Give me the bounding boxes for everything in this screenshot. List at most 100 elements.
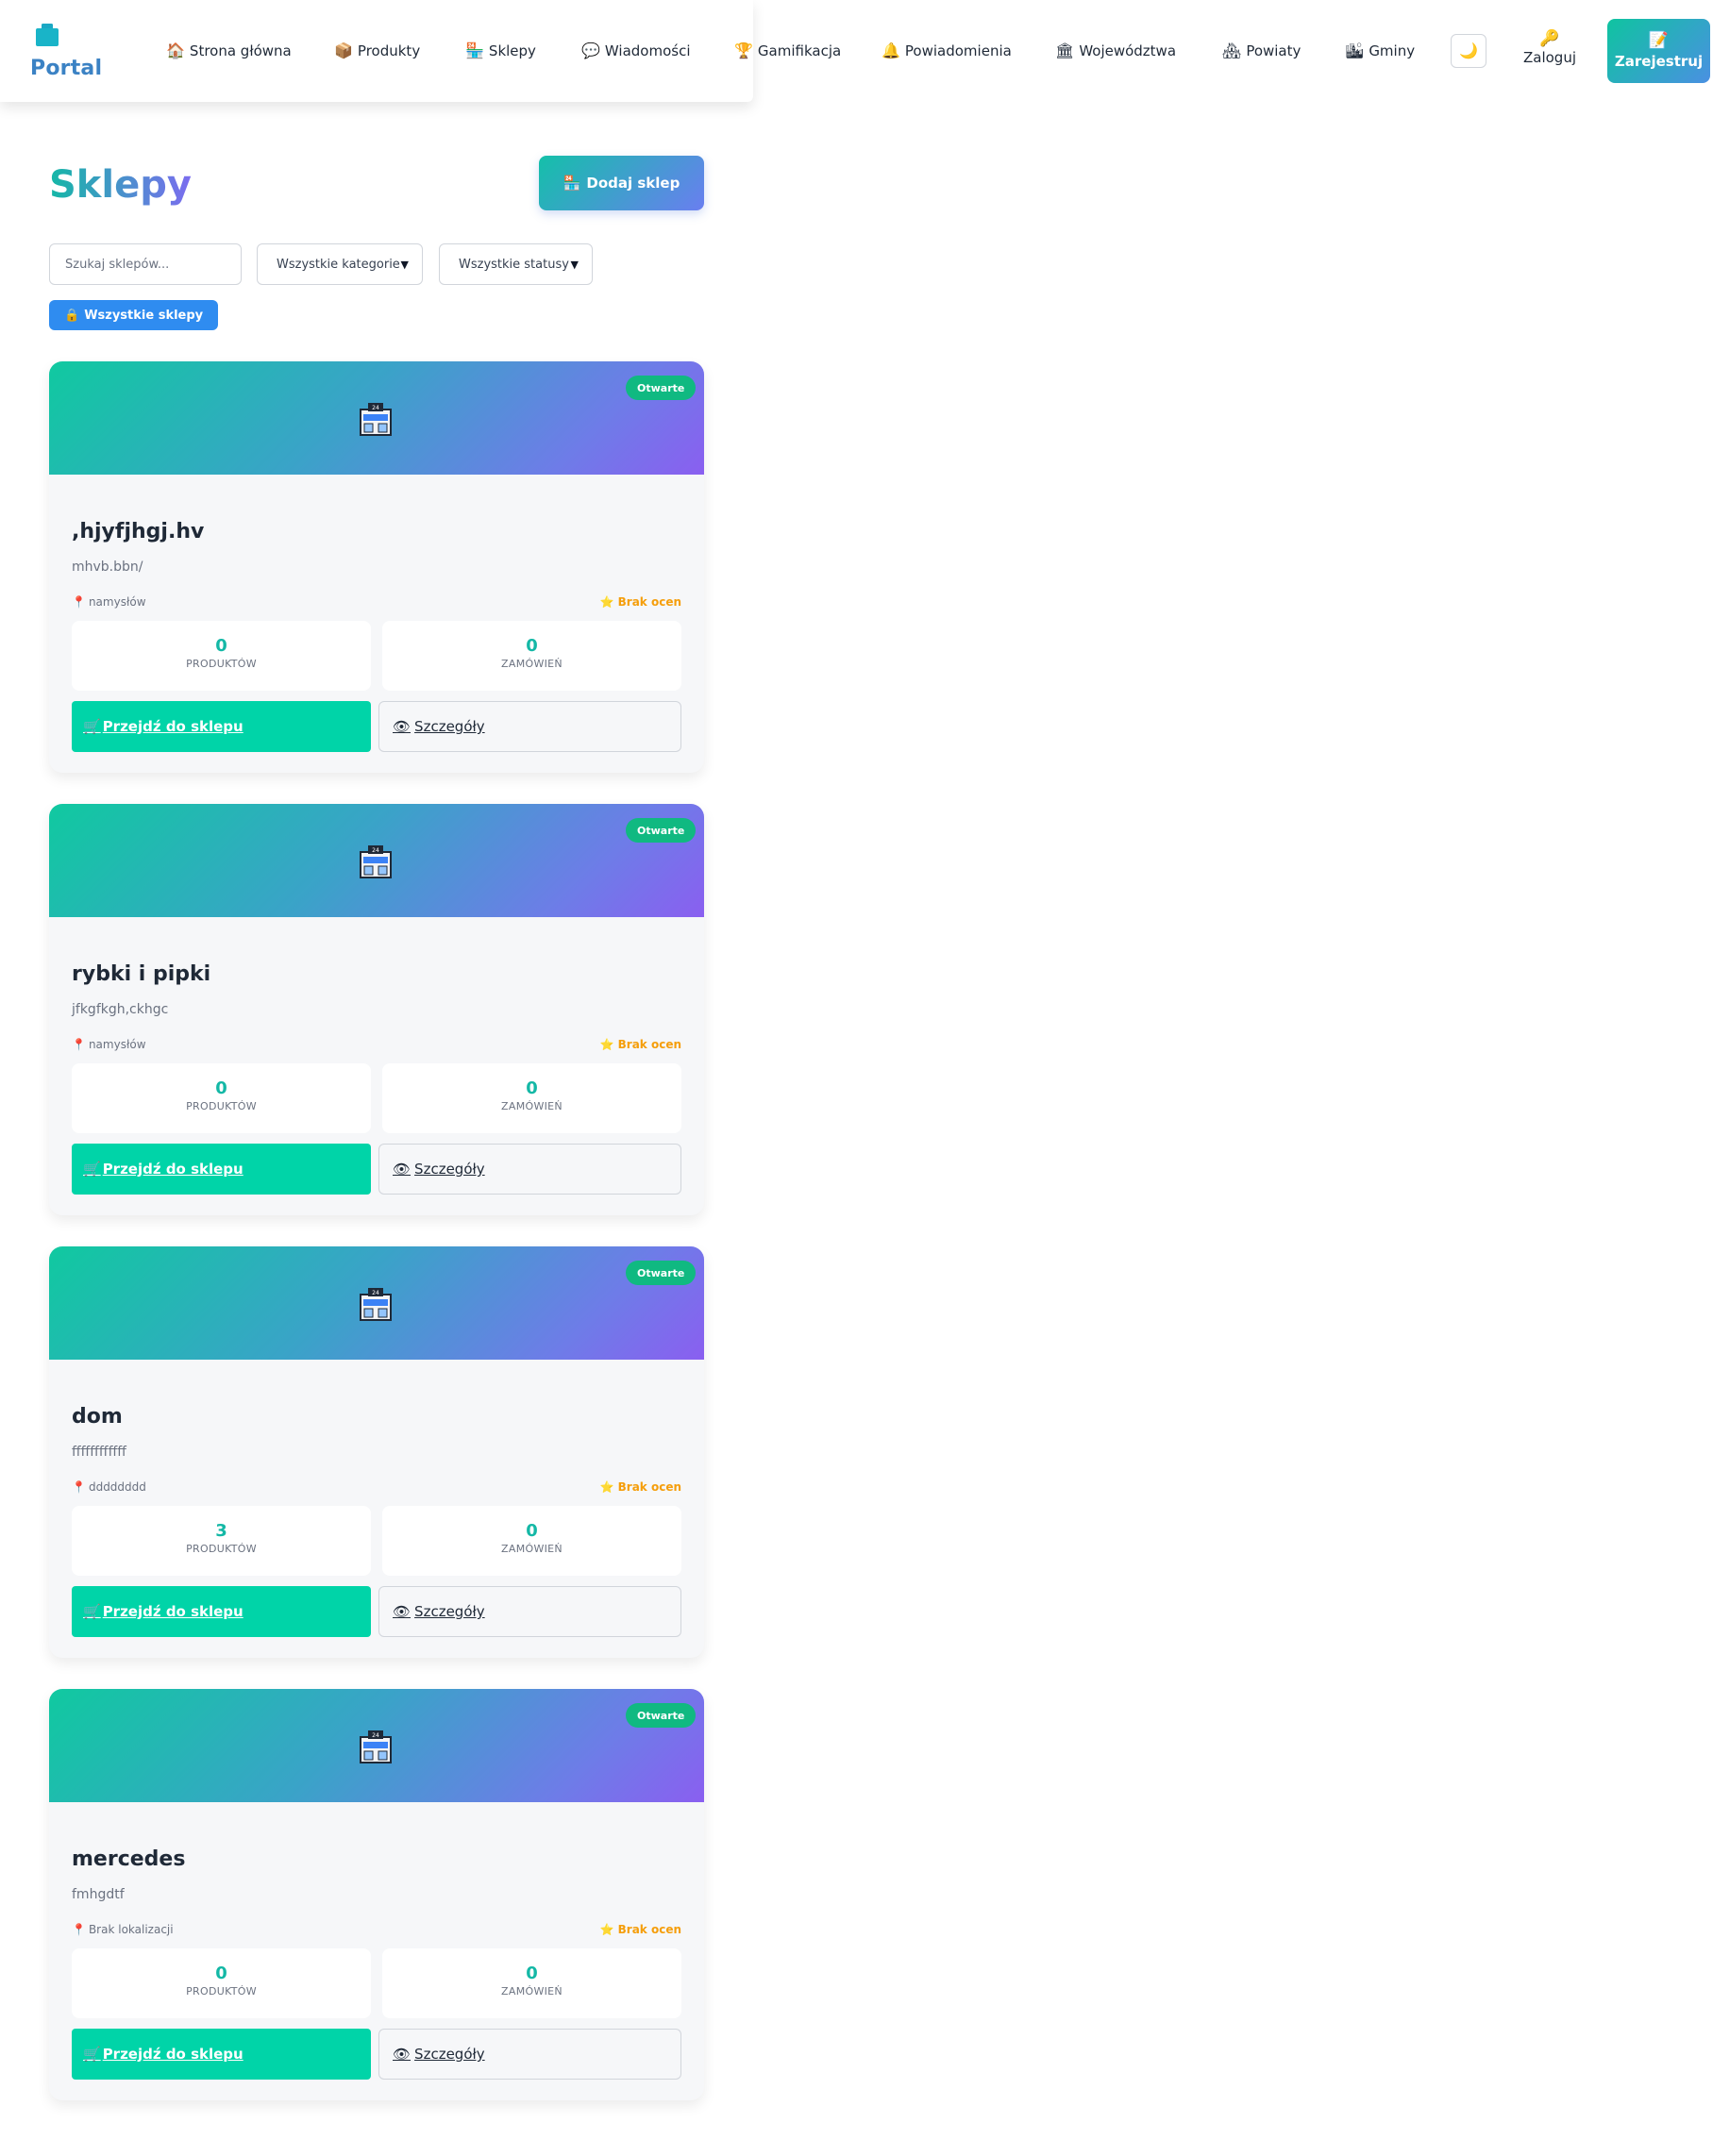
shop-rating-text: Brak ocen bbox=[617, 595, 681, 609]
search-input[interactable] bbox=[49, 243, 242, 285]
go-to-shop-label: Przejdź do sklepu bbox=[102, 1161, 244, 1178]
register-button[interactable]: 📝 Zarejestruj bbox=[1607, 19, 1710, 83]
nav-link-shops[interactable]: 🏪 Sklepy bbox=[465, 41, 536, 61]
nav-link-messages[interactable]: 💬 Wiadomości bbox=[581, 41, 691, 61]
page-title: Sklepy bbox=[49, 159, 192, 211]
shop-name: ,hjyfjhgj.hv bbox=[72, 520, 205, 543]
theme-toggle-button[interactable]: 🌙 bbox=[1451, 34, 1486, 68]
houses-icon: 🏘 bbox=[1222, 42, 1242, 59]
shop-details-button[interactable]: 👁 Szczegóły bbox=[378, 1144, 681, 1195]
eye-icon: 👁 bbox=[393, 1603, 411, 1620]
shop-card: 24 Otwarte dom ffffffffffff 📍 dddddddd ⭐… bbox=[49, 1246, 704, 1658]
lock-icon: 🔒 bbox=[64, 308, 80, 323]
add-shop-button[interactable]: 🏪 Dodaj sklep bbox=[539, 156, 704, 210]
go-to-shop-label: Przejdź do sklepu bbox=[102, 718, 244, 735]
shop-description: fmhgdtf bbox=[72, 1887, 125, 1902]
login-link[interactable]: 🔑 Zaloguj bbox=[1514, 28, 1586, 75]
shop-location-text: namysłów bbox=[88, 595, 146, 609]
nav-link-voivodeships[interactable]: 🏛 Województwa bbox=[1055, 41, 1176, 61]
nav-link-notifications[interactable]: 🔔 Powiadomienia bbox=[882, 41, 1012, 61]
shop-rating-text: Brak ocen bbox=[617, 1038, 681, 1051]
svg-text:24: 24 bbox=[372, 1290, 379, 1296]
shop-details-label: Szczegóły bbox=[414, 718, 485, 735]
shop-description: ffffffffffff bbox=[72, 1445, 126, 1460]
login-label: Zaloguj bbox=[1522, 49, 1576, 66]
pin-icon: 📍 bbox=[72, 595, 86, 609]
eye-icon: 👁 bbox=[393, 718, 411, 735]
filter-chip-all-shops[interactable]: 🔒 Wszystkie sklepy bbox=[49, 300, 219, 330]
shop-icon: 🏪 bbox=[465, 42, 484, 59]
shop-location: 📍 dddddddd bbox=[72, 1480, 146, 1494]
key-icon: 🔑 bbox=[1539, 29, 1560, 48]
shop-details-button[interactable]: 👁 Szczegóły bbox=[378, 2029, 681, 2080]
nav-link-counties[interactable]: 🏘 Powiaty bbox=[1222, 41, 1301, 61]
products-count: 3 bbox=[215, 1521, 227, 1541]
products-count: 0 bbox=[215, 1964, 227, 1983]
orders-count: 0 bbox=[526, 1964, 538, 1983]
shop-card-banner: 24 Otwarte bbox=[49, 1689, 704, 1802]
bell-icon: 🔔 bbox=[882, 42, 900, 59]
nav-link-gamification[interactable]: 🏆 Gamifikacja bbox=[734, 41, 841, 61]
top-navigation: Portal 🏠 Strona główna 📦 Produkty 🏪 Skle… bbox=[0, 0, 1713, 102]
nav-link-label: Województwa bbox=[1079, 42, 1177, 59]
shop-details-label: Szczegóły bbox=[414, 1161, 485, 1178]
shop-rating: ⭐ Brak ocen bbox=[600, 1038, 681, 1051]
briefcase-icon bbox=[36, 24, 59, 46]
go-to-shop-button[interactable]: 🛒 Przejdź do sklepu bbox=[72, 1586, 371, 1637]
shop-card: 24 Otwarte ,hjyfjhgj.hv mhvb.bbn/ 📍 namy… bbox=[49, 361, 704, 773]
shopping-cart-icon: 🛒 bbox=[83, 718, 101, 735]
products-stat-label: PRODUKTÓW bbox=[186, 1543, 257, 1555]
svg-text:24: 24 bbox=[372, 405, 379, 411]
shop-details-label: Szczegóły bbox=[414, 1603, 485, 1620]
status-badge: Otwarte bbox=[626, 1703, 697, 1728]
register-label: Zarejestruj bbox=[1614, 53, 1704, 70]
star-icon: ⭐ bbox=[599, 1923, 614, 1936]
shop-card: 24 Otwarte mercedes fmhgdtf 📍 Brak lokal… bbox=[49, 1689, 704, 2100]
nav-link-label: Gamifikacja bbox=[757, 42, 842, 59]
convenience-store-icon: 24 bbox=[360, 403, 392, 436]
nav-link-home[interactable]: 🏠 Strona główna bbox=[166, 41, 292, 61]
add-shop-label: Dodaj sklep bbox=[586, 175, 680, 192]
government-building-icon: 🏛 bbox=[1055, 42, 1075, 59]
products-stat: 0 PRODUKTÓW bbox=[72, 1948, 371, 2018]
brand-logo-link[interactable]: Portal bbox=[30, 21, 106, 83]
shop-details-button[interactable]: 👁 Szczegóły bbox=[378, 1586, 681, 1637]
go-to-shop-label: Przejdź do sklepu bbox=[102, 1603, 244, 1620]
shop-icon: 🏪 bbox=[563, 175, 581, 192]
go-to-shop-button[interactable]: 🛒 Przejdź do sklepu bbox=[72, 1144, 371, 1195]
trophy-icon: 🏆 bbox=[734, 42, 753, 59]
convenience-store-icon: 24 bbox=[360, 1288, 392, 1321]
orders-stat-label: ZAMÓWIEŃ bbox=[501, 658, 563, 670]
svg-text:24: 24 bbox=[372, 847, 379, 854]
nav-link-communes[interactable]: 🏙 Gminy bbox=[1345, 41, 1415, 61]
nav-link-label: Sklepy bbox=[488, 42, 536, 59]
shopping-cart-icon: 🛒 bbox=[83, 1603, 101, 1620]
category-select-value: Wszystkie kategorie bbox=[277, 257, 400, 272]
status-badge: Otwarte bbox=[626, 376, 697, 400]
status-select[interactable]: Wszystkie statusy ▼ bbox=[439, 243, 593, 285]
speech-bubble-icon: 💬 bbox=[581, 42, 600, 59]
go-to-shop-label: Przejdź do sklepu bbox=[102, 2046, 244, 2063]
shop-card-banner: 24 Otwarte bbox=[49, 804, 704, 917]
go-to-shop-button[interactable]: 🛒 Przejdź do sklepu bbox=[72, 2029, 371, 2080]
nav-link-products[interactable]: 📦 Produkty bbox=[334, 41, 420, 61]
orders-stat-label: ZAMÓWIEŃ bbox=[501, 1100, 563, 1112]
orders-stat: 0 ZAMÓWIEŃ bbox=[382, 1948, 681, 2018]
filter-chip-label: Wszystkie sklepy bbox=[84, 308, 204, 323]
category-select[interactable]: Wszystkie kategorie ▼ bbox=[257, 243, 423, 285]
shop-details-label: Szczegóły bbox=[414, 2046, 485, 2063]
shopping-cart-icon: 🛒 bbox=[83, 1161, 101, 1178]
shop-name: mercedes bbox=[72, 1847, 186, 1871]
shop-description: mhvb.bbn/ bbox=[72, 560, 143, 575]
shop-description: jfkgfkgh,ckhgc bbox=[72, 1002, 169, 1017]
city-icon: 🏙 bbox=[1345, 42, 1365, 59]
products-stat: 0 PRODUKTÓW bbox=[72, 1063, 371, 1133]
shop-rating: ⭐ Brak ocen bbox=[600, 595, 681, 609]
shop-location: 📍 Brak lokalizacji bbox=[72, 1923, 174, 1936]
shop-name: dom bbox=[72, 1405, 123, 1429]
products-stat: 3 PRODUKTÓW bbox=[72, 1506, 371, 1576]
shop-details-button[interactable]: 👁 Szczegóły bbox=[378, 701, 681, 752]
go-to-shop-button[interactable]: 🛒 Przejdź do sklepu bbox=[72, 701, 371, 752]
star-icon: ⭐ bbox=[599, 595, 614, 609]
chevron-down-icon: ▼ bbox=[570, 258, 579, 271]
